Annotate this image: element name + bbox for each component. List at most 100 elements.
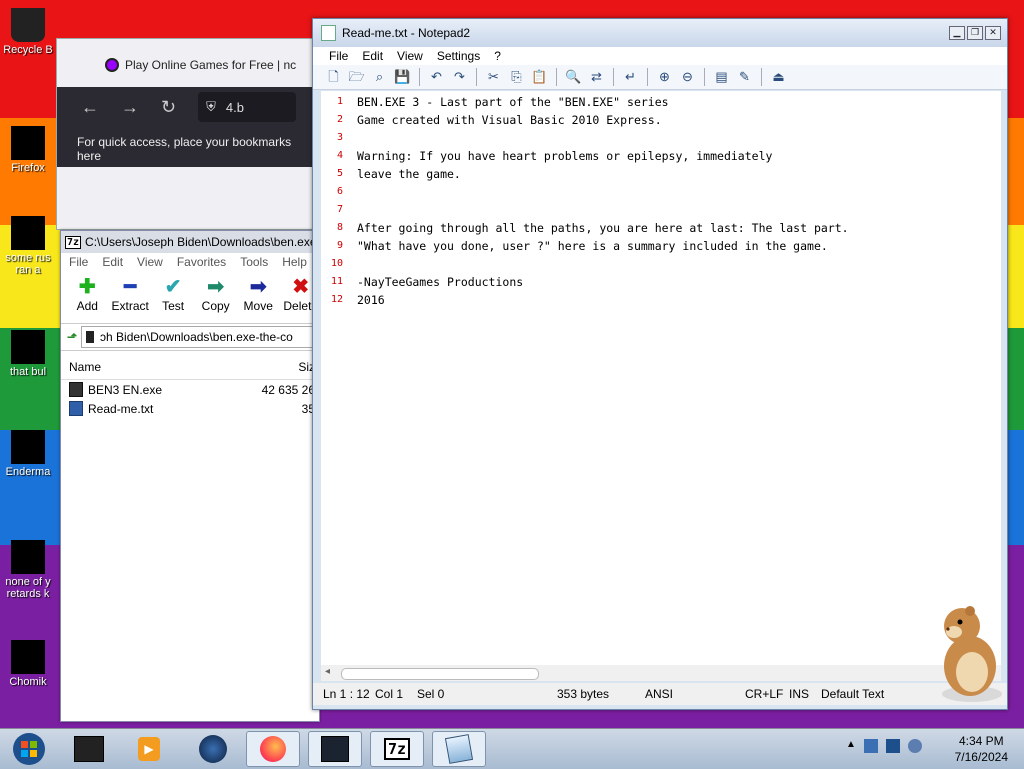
desktop-icon-recycle-bin[interactable]: Recycle B (0, 4, 56, 56)
notepad2-titlebar[interactable]: Read-me.txt - Notepad2 ▁ ❐ ✕ (313, 19, 1007, 47)
notepad2-window[interactable]: Read-me.txt - Notepad2 ▁ ❐ ✕ File Edit V… (312, 18, 1008, 710)
taskbar-globe[interactable] (186, 731, 240, 767)
word-wrap-icon[interactable]: ↵ (620, 67, 641, 87)
menu-edit[interactable]: Edit (362, 49, 383, 63)
status-size: 353 bytes (557, 687, 610, 701)
taskbar-app-1[interactable] (62, 731, 116, 767)
7zip-pathbar: ⬏ ɔh Biden\Downloads\ben.exe-the-co (61, 323, 319, 351)
horizontal-scrollbar[interactable]: ◂ (321, 665, 1001, 681)
editor-line: 9 "What have you done, user ?" here is a … (336, 239, 828, 253)
taskbar-firefox[interactable] (246, 731, 300, 767)
status-scheme: Default Text (821, 687, 885, 701)
paste-icon[interactable]: 📋 (529, 67, 550, 87)
taskbar: ▶ 7z ▲ 4:34 PM 7/16/2024 (0, 728, 1024, 769)
new-file-icon[interactable]: 🗋 (323, 67, 344, 87)
editor-line: 5 leave the game. (336, 167, 461, 181)
extract-button[interactable]: ━ Extract (112, 275, 149, 313)
replace-icon[interactable]: ⇄ (586, 67, 607, 87)
add-button[interactable]: ✚ Add (69, 275, 106, 313)
volume-icon[interactable] (907, 739, 922, 753)
back-arrow-icon[interactable]: ← (81, 97, 99, 118)
undo-icon[interactable]: ↶ (426, 67, 447, 87)
menu-view[interactable]: View (397, 49, 423, 63)
network-icon[interactable] (885, 739, 900, 753)
media-player-icon: ▶ (138, 737, 160, 761)
file-row[interactable]: BEN3 EN.exe 42 635 26 (61, 380, 319, 399)
toolbar-separator (476, 68, 477, 86)
file-icon (11, 330, 45, 364)
save-icon[interactable]: 💾 (392, 67, 413, 87)
scrollbar-thumb[interactable] (341, 668, 539, 680)
tray-expand-icon[interactable]: ▲ (846, 739, 856, 753)
status-line: Ln 1 : 12 (323, 687, 370, 701)
editor-line: 10 (330, 258, 343, 269)
browser-window[interactable]: Play Online Games for Free | nc ← → ↻ ⛨ … (56, 38, 318, 230)
customize-scheme-icon[interactable]: ✎ (734, 67, 755, 87)
toolbar-separator (761, 68, 762, 86)
scheme-icon[interactable]: ▤ (711, 67, 732, 87)
start-button[interactable] (2, 731, 56, 767)
browser-tab[interactable]: Play Online Games for Free | nc (107, 51, 317, 79)
7zip-titlebar[interactable]: 7z C:\Users\Joseph Biden\Downloads\ben.e… (61, 231, 319, 253)
status-mode: INS (789, 687, 810, 701)
desktop-icon-chomik[interactable]: Chomik (0, 636, 56, 688)
taskbar-notepad2[interactable] (432, 731, 486, 767)
menu-view[interactable]: View (137, 255, 163, 269)
maximize-icon[interactable]: ❐ (967, 26, 983, 40)
menu-file[interactable]: File (69, 255, 88, 269)
clock-date: 7/16/2024 (954, 750, 1008, 764)
redo-icon[interactable]: ↷ (449, 67, 470, 87)
reload-icon[interactable]: ↻ (161, 97, 176, 118)
toolbar-separator (556, 68, 557, 86)
open-folder-icon[interactable]: 🗁 (346, 67, 367, 87)
menu-settings[interactable]: Settings (437, 49, 480, 63)
menu-edit[interactable]: Edit (102, 255, 123, 269)
minimize-icon[interactable]: ▁ (949, 26, 965, 40)
status-selection: Sel 0 (417, 687, 445, 701)
exit-icon[interactable]: ⏏ (768, 67, 789, 87)
desktop-icon-file-2[interactable]: none of y retards k (0, 536, 56, 600)
menu-tools[interactable]: Tools (240, 255, 268, 269)
editor-line: 2 Game created with Visual Basic 2010 Exp… (336, 113, 662, 127)
clock[interactable]: 4:34 PM 7/16/2024 (955, 733, 1008, 765)
up-folder-icon[interactable]: ⬏ (67, 330, 77, 344)
menu-file[interactable]: File (329, 49, 348, 63)
file-icon (11, 216, 45, 250)
scroll-left-icon[interactable]: ◂ (325, 666, 330, 677)
menu-help[interactable]: Help (282, 255, 307, 269)
column-name[interactable]: Name (69, 360, 219, 374)
test-button[interactable]: ✔ Test (155, 275, 192, 313)
taskbar-app-2[interactable] (308, 731, 362, 767)
forward-arrow-icon[interactable]: → (121, 97, 139, 118)
desktop-icon-folder[interactable]: that bul (0, 326, 56, 378)
browse-icon[interactable]: ⌕ (369, 67, 390, 87)
menu-favorites[interactable]: Favorites (177, 255, 226, 269)
editor-line: 3 (336, 132, 343, 143)
copy-button[interactable]: ➡ Copy (197, 275, 234, 313)
cut-icon[interactable]: ✂ (483, 67, 504, 87)
close-icon[interactable]: ✕ (985, 26, 1001, 40)
shield-icon: ⛨ (206, 99, 216, 114)
zoom-in-icon[interactable]: ⊕ (654, 67, 675, 87)
move-button[interactable]: ➡ Move (240, 275, 277, 313)
tray-app-icon[interactable] (863, 739, 878, 753)
address-bar[interactable]: ⛨ 4.b (198, 92, 297, 122)
find-icon[interactable]: 🔍 (563, 67, 584, 87)
file-row[interactable]: Read-me.txt 35 (61, 399, 319, 418)
menu-help[interactable]: ? (494, 49, 501, 63)
taskbar-media-player[interactable]: ▶ (122, 731, 176, 767)
path-input[interactable]: ɔh Biden\Downloads\ben.exe-the-co (81, 326, 319, 348)
editor-line: 7 (336, 204, 343, 215)
zoom-out-icon[interactable]: ⊖ (677, 67, 698, 87)
arrow-right-icon: ➡ (249, 276, 267, 298)
7zip-window[interactable]: 7z C:\Users\Joseph Biden\Downloads\ben.e… (60, 230, 320, 722)
notepad-app-icon (444, 734, 474, 764)
path-text: ɔh Biden\Downloads\ben.exe-the-co (100, 330, 293, 344)
desktop-icon-enderman[interactable]: Enderma (0, 426, 56, 478)
text-editor[interactable]: 1 BEN.EXE 3 - Last part of the "BEN.EXE" … (321, 91, 1001, 665)
copy-icon[interactable]: ⎘ (506, 67, 527, 87)
desktop-icon-firefox[interactable]: Firefox (0, 122, 56, 174)
desktop-icon-file[interactable]: some rus ran a (0, 212, 56, 276)
file-size: 42 635 26 (261, 382, 315, 397)
taskbar-7zip[interactable]: 7z (370, 731, 424, 767)
